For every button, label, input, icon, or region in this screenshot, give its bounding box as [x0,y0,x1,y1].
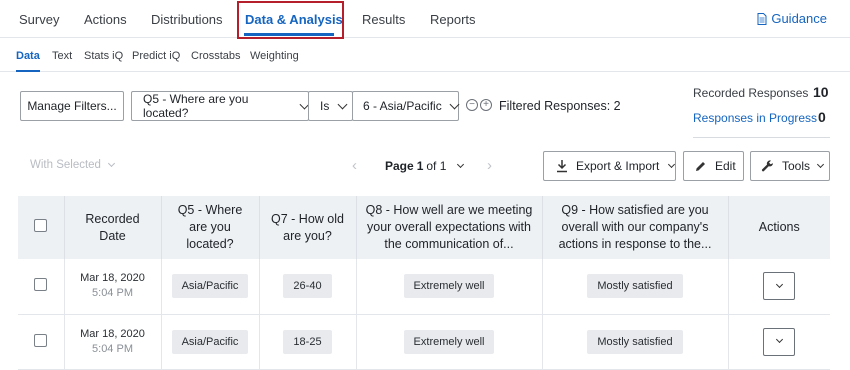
value-select[interactable]: 6 - Asia/Pacific [352,91,460,121]
manage-filters-button[interactable]: Manage Filters... [20,91,124,121]
tab-reports[interactable]: Reports [430,12,476,27]
active-subtab-indicator [16,70,40,72]
page-label: Page [385,159,414,173]
chevron-down-icon [337,99,348,109]
edit-label: Edit [715,159,736,173]
sub-nav: Data Text Stats iQ Predict iQ Crosstabs … [0,40,850,72]
tools-label: Tools [782,159,811,173]
q5-answer: Asia/Pacific [171,274,249,299]
table-row: Mar 18, 2020 5:04 PM Asia/Pacific 18-25 E… [18,314,830,370]
recorded-responses-value: 10 [813,84,829,100]
recorded-time: 5:04 PM [92,342,133,355]
document-icon [757,12,767,25]
export-import-label: Export & Import [576,159,660,173]
add-filter-icon[interactable]: + [480,99,492,111]
wrench-icon [761,159,773,171]
summary-divider [693,137,830,138]
chevron-down-icon [816,160,825,168]
subtab-stats-iq[interactable]: Stats iQ [84,50,123,62]
remove-filter-icon[interactable]: − [466,99,478,111]
highlight-box [237,1,344,39]
export-import-button[interactable]: Export & Import [543,151,676,181]
q9-answer: Mostly satisfied [587,329,683,354]
tab-actions[interactable]: Actions [84,12,127,27]
row-checkbox[interactable] [34,278,48,292]
edit-button[interactable]: Edit [683,151,744,181]
guidance-link[interactable]: Guidance [757,11,827,26]
row-checkbox[interactable] [34,333,48,347]
filtered-responses-count: Filtered Responses: 2 [499,99,621,113]
page-total: of 1 [426,159,447,173]
chevron-down-icon [668,160,676,168]
recorded-date: Mar 18, 2020 [80,327,145,340]
header-q9[interactable]: Q9 - How satisfied are you overall with … [542,196,729,259]
header-q5[interactable]: Q5 - Where are you located? [161,196,260,259]
subtab-weighting[interactable]: Weighting [250,50,299,62]
with-selected-label: With Selected [30,159,101,171]
responses-in-progress-link[interactable]: Responses in Progress [693,111,817,125]
value-select-value: 6 - Asia/Pacific [363,99,442,113]
pencil-icon [696,161,705,171]
download-icon [557,160,567,173]
chevron-down-icon [775,280,783,288]
q7-answer: 18-25 [283,329,332,354]
chevron-down-icon [457,160,465,168]
tab-survey[interactable]: Survey [19,12,59,27]
q8-answer: Extremely well [403,274,495,299]
header-recorded-date[interactable]: Recorded Date [64,196,162,259]
select-all-checkbox[interactable] [34,218,48,232]
with-selected-dropdown[interactable]: With Selected [30,159,115,171]
q9-answer: Mostly satisfied [587,274,683,299]
q8-answer: Extremely well [403,329,495,354]
table-row: Mar 18, 2020 5:04 PM Asia/Pacific 26-40 E… [18,259,830,315]
chevron-down-icon [775,335,783,344]
row-actions-button[interactable] [763,272,796,301]
responses-table: Recorded Date Q5 - Where are you located… [18,196,830,370]
row-actions-button[interactable] [763,327,796,356]
top-nav: Survey Actions Distributions Data & Anal… [0,0,850,38]
next-page-icon[interactable]: › [487,157,492,174]
previous-page-icon[interactable]: ‹ [352,157,357,174]
recorded-responses-label: Recorded Responses [693,86,809,100]
question-select[interactable]: Q5 - Where are you located? [131,91,310,121]
chevron-down-icon [449,99,460,109]
chevron-down-icon [107,159,115,167]
q5-answer: Asia/Pacific [171,329,249,354]
operator-select-value: Is [320,99,330,113]
select-all-cell [18,196,65,259]
recorded-time: 5:04 PM [92,287,133,300]
table-header-row: Recorded Date Q5 - Where are you located… [18,196,830,259]
operator-select[interactable]: Is [308,91,353,121]
header-q8[interactable]: Q8 - How well are we meeting your overal… [356,196,543,259]
header-actions: Actions [728,196,830,259]
subtab-data[interactable]: Data [16,50,40,62]
recorded-date: Mar 18, 2020 [80,272,145,285]
tab-results[interactable]: Results [362,12,405,27]
subtab-text[interactable]: Text [52,50,72,62]
tab-distributions[interactable]: Distributions [151,12,223,27]
q7-answer: 26-40 [283,274,332,299]
page-selector[interactable]: Page 1 of 1 [385,159,465,173]
responses-in-progress-value: 0 [818,109,826,125]
page-current: 1 [416,159,424,173]
subtab-crosstabs[interactable]: Crosstabs [191,50,241,62]
guidance-label: Guidance [771,11,827,26]
question-select-value: Q5 - Where are you located? [143,92,249,120]
header-q7[interactable]: Q7 - How old are you? [259,196,357,259]
subtab-predict-iq[interactable]: Predict iQ [132,50,180,62]
tools-button[interactable]: Tools [750,151,830,181]
